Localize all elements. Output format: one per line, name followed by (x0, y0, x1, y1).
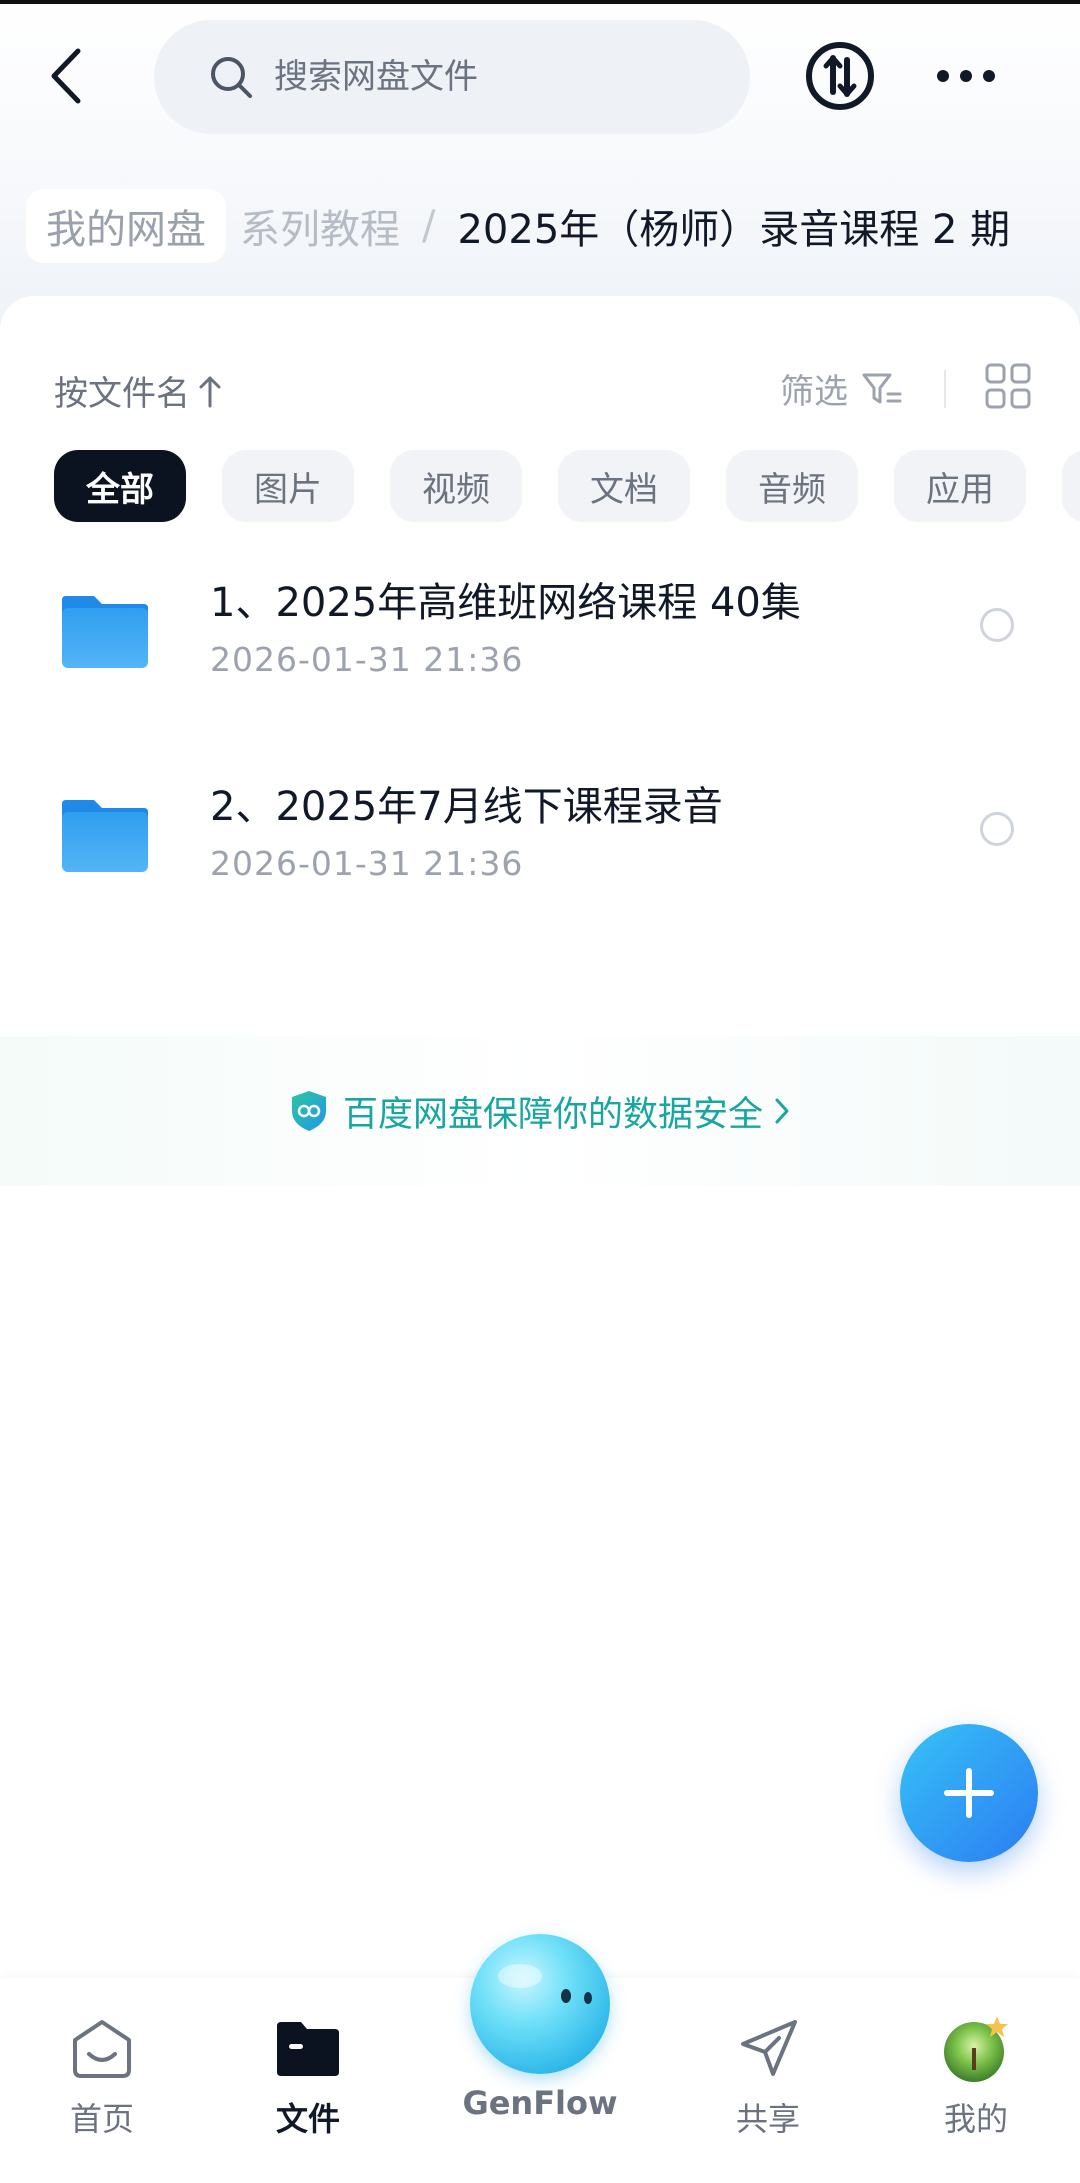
nav-files[interactable]: 文件 (238, 2014, 378, 2154)
search-bar[interactable] (154, 20, 750, 134)
transfer-button[interactable] (804, 40, 876, 112)
file-panel: 按文件名 筛选 全部 图片 视频 文档 音频 应用 1、2025年高维班网络课程… (0, 296, 1080, 1976)
send-icon (733, 2014, 803, 2084)
transfer-arrows-icon (806, 42, 874, 110)
status-bar-edge (0, 0, 1080, 4)
genflow-button[interactable] (470, 1934, 610, 2074)
file-list: 1、2025年高维班网络课程 40集 2026-01-31 21:36 2、20… (0, 536, 1080, 944)
tab-all[interactable]: 全部 (54, 450, 186, 522)
breadcrumb-current: 2025年（杨师）录音课程 2 期 (457, 207, 1011, 253)
avatar (941, 2014, 1011, 2084)
shield-icon (289, 1089, 329, 1133)
tab-audio[interactable]: 音频 (726, 450, 858, 522)
tab-images[interactable]: 图片 (222, 450, 354, 522)
tab-documents[interactable]: 文档 (558, 450, 690, 522)
breadcrumb: 我的网盘 系列教程 / 2025年（杨师）录音课程 2 期 (26, 186, 1080, 266)
tab-apps[interactable]: 应用 (894, 450, 1026, 522)
chevron-left-icon (51, 48, 81, 104)
search-icon (208, 54, 254, 100)
nav-label: 我的 (943, 2100, 1008, 2138)
nav-label: 文件 (275, 2100, 340, 2138)
filter-button[interactable]: 筛选 (780, 364, 902, 413)
toolbar-divider (944, 370, 946, 408)
file-name: 2、2025年7月线下课程录音 (210, 784, 723, 830)
folder-icon (62, 800, 148, 872)
filter-icon (862, 372, 902, 406)
nav-mine[interactable]: 我的 (906, 2014, 1046, 2154)
file-date: 2026-01-31 21:36 (210, 640, 524, 679)
sort-button[interactable]: 按文件名 (54, 366, 222, 415)
breadcrumb-parent[interactable]: 系列教程 (240, 197, 400, 255)
grid-view-button[interactable] (984, 362, 1032, 410)
arrow-up-icon (198, 374, 222, 408)
nav-label: 共享 (735, 2100, 800, 2138)
file-date: 2026-01-31 21:36 (210, 844, 524, 883)
nav-label: 首页 (69, 2100, 134, 2138)
home-icon (67, 2014, 137, 2084)
list-item[interactable]: 1、2025年高维班网络课程 40集 2026-01-31 21:36 (0, 536, 1080, 740)
grid-view-icon (985, 363, 1031, 409)
plus-icon (944, 1768, 994, 1818)
file-name: 1、2025年高维班网络课程 40集 (210, 580, 801, 626)
add-button[interactable] (900, 1724, 1038, 1862)
select-checkbox[interactable] (980, 812, 1014, 846)
security-text: 百度网盘保障你的数据安全 (342, 1094, 763, 1135)
nav-home[interactable]: 首页 (32, 2014, 172, 2154)
folder-icon (62, 596, 148, 668)
sort-label: 按文件名 (54, 374, 190, 414)
file-type-tabs: 全部 图片 视频 文档 音频 应用 (54, 450, 1080, 522)
more-options-button[interactable] (930, 40, 1002, 112)
tab-more[interactable] (1062, 450, 1080, 522)
breadcrumb-separator: / (422, 203, 436, 249)
folder-icon (273, 2014, 343, 2084)
select-checkbox[interactable] (980, 608, 1014, 642)
search-input[interactable] (274, 57, 634, 97)
more-dots-icon (937, 70, 995, 82)
genflow-orb-icon (498, 1964, 592, 2004)
back-button[interactable] (36, 38, 96, 114)
breadcrumb-root[interactable]: 我的网盘 (26, 189, 226, 263)
nav-genflow-label: GenFlow (462, 2084, 618, 2122)
chevron-right-icon (773, 1096, 791, 1126)
list-item[interactable]: 2、2025年7月线下课程录音 2026-01-31 21:36 (0, 740, 1080, 944)
header (0, 16, 1080, 136)
filter-label: 筛选 (780, 372, 848, 412)
nav-share[interactable]: 共享 (698, 2014, 838, 2154)
tab-videos[interactable]: 视频 (390, 450, 522, 522)
security-banner[interactable]: 百度网盘保障你的数据安全 (0, 1036, 1080, 1186)
sort-toolbar: 按文件名 筛选 (54, 358, 1034, 418)
